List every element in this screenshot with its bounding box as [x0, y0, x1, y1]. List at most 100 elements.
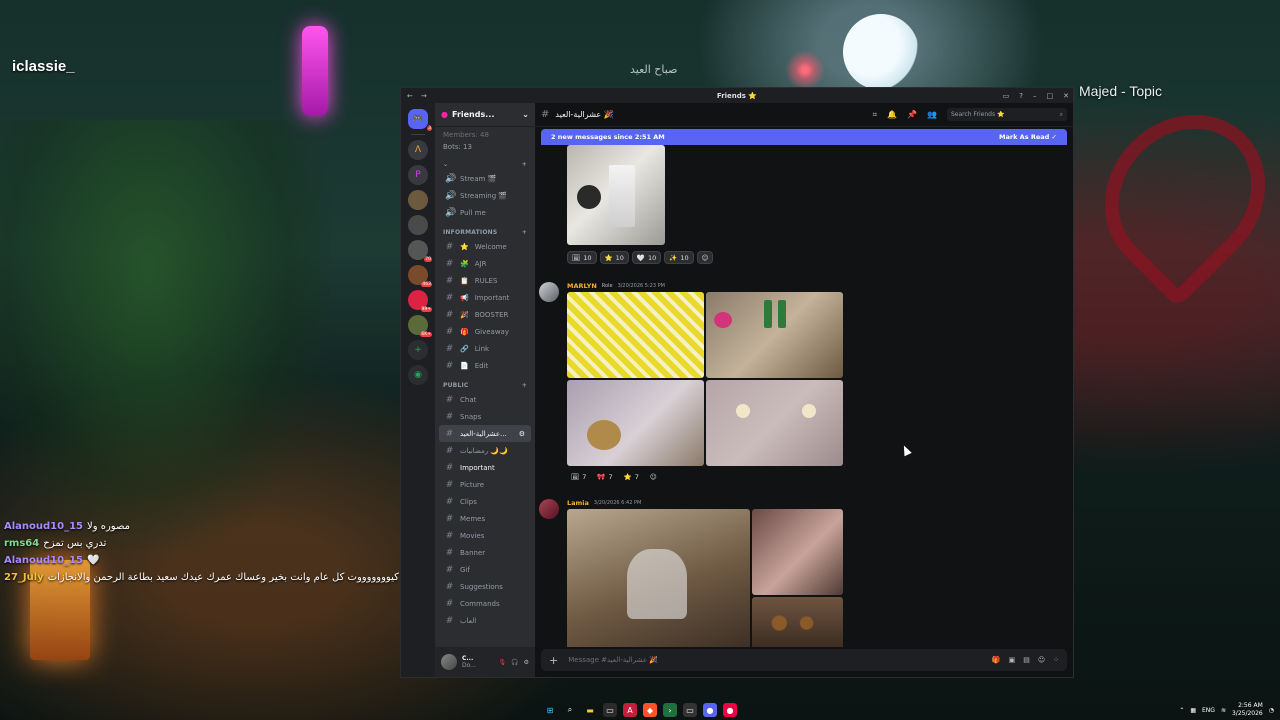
channel-booster[interactable]: # 🎉 BOOSTER — [439, 306, 531, 323]
server-icon[interactable] — [408, 190, 428, 210]
category-public[interactable]: PUBLIC + — [439, 374, 531, 391]
message-composer[interactable]: + Message #عشرالية-العيد 🎉 🎁 ▣ ▤ ☺ ⁘ — [541, 649, 1067, 671]
reaction-button[interactable]: 🖼 7 — [567, 470, 590, 483]
mic-muted-icon[interactable]: 🎙 — [499, 659, 507, 666]
channel-banner[interactable]: # Banner — [439, 544, 531, 561]
search-icon[interactable]: ⌕ — [563, 703, 577, 717]
channel-picture[interactable]: # Picture — [439, 476, 531, 493]
voice-channel-stream[interactable]: 🔊 Stream 🎬 — [439, 170, 531, 187]
new-messages-banner[interactable]: 2 new messages since 2:51 AM Mark As Rea… — [541, 129, 1067, 145]
channel-movies[interactable]: # Movies — [439, 527, 531, 544]
channel-ajr[interactable]: # 🧩 AJR — [439, 255, 531, 272]
settings-gear-icon[interactable]: ⚙ — [519, 430, 525, 438]
attachment-image[interactable] — [567, 509, 750, 647]
add-server-icon[interactable]: + — [408, 340, 428, 360]
attachment-image[interactable] — [567, 145, 665, 245]
discord-icon[interactable]: ● — [703, 703, 717, 717]
plus-icon[interactable]: + — [549, 654, 558, 667]
mark-as-read-button[interactable]: Mark As Read ✓ — [999, 133, 1057, 141]
attachment-image[interactable] — [706, 380, 843, 466]
start-icon[interactable]: ⊞ — [543, 703, 557, 717]
channel-link[interactable]: # 🔗 Link — [439, 340, 531, 357]
channel-edit[interactable]: # 📄 Edit — [439, 357, 531, 374]
reaction-button[interactable]: 🎀 7 — [593, 470, 616, 483]
app-icon[interactable]: ● — [723, 703, 737, 717]
file-explorer-icon[interactable]: ▬ — [583, 703, 597, 717]
network-icon[interactable]: ▦ — [1190, 707, 1196, 714]
attachment-image[interactable] — [567, 292, 704, 378]
server-icon[interactable]: P — [408, 165, 428, 185]
channel-welcome[interactable]: # ⭐ Welcome — [439, 238, 531, 255]
attachment-image[interactable] — [706, 292, 843, 378]
category-voice[interactable]: ⌄ + — [439, 153, 531, 170]
close-icon[interactable]: ✕ — [1063, 92, 1069, 100]
app-icon[interactable]: ▭ — [683, 703, 697, 717]
channel-memes[interactable]: # Memes — [439, 510, 531, 527]
avatar[interactable] — [539, 499, 559, 519]
help-icon[interactable]: ? — [1019, 92, 1023, 100]
avatar[interactable] — [441, 654, 457, 670]
settings-gear-icon[interactable]: ⚙ — [524, 659, 529, 666]
search-input[interactable]: Search Friends ⭐ ⌕ — [947, 108, 1067, 121]
voice-channel-streaming[interactable]: 🔊 Streaming 🎬 — [439, 187, 531, 204]
inbox-icon[interactable]: ▭ — [1003, 92, 1010, 100]
apps-icon[interactable]: ⁘ — [1053, 656, 1059, 664]
minimize-icon[interactable]: – — [1033, 92, 1037, 100]
adobe-icon[interactable]: A — [623, 703, 637, 717]
discord-home-icon[interactable]: 🎮 3 — [408, 109, 432, 131]
reaction-button[interactable]: 🖼 10 — [567, 251, 597, 264]
message-input[interactable]: Message #عشرالية-العيد 🎉 — [568, 656, 658, 664]
reaction-button[interactable]: ⭐ 10 — [599, 251, 629, 264]
channel-important[interactable]: # 📢 Important — [439, 289, 531, 306]
channel-important-public[interactable]: # Important — [439, 459, 531, 476]
attachment-image[interactable] — [567, 380, 704, 466]
notification-icon[interactable]: ◔ — [1269, 707, 1274, 714]
channel-commands[interactable]: # Commands — [439, 595, 531, 612]
attachment-image[interactable] — [752, 597, 843, 647]
app-icon[interactable]: ▭ — [603, 703, 617, 717]
server-icon[interactable] — [408, 215, 428, 235]
gif-icon[interactable]: ▣ — [1009, 656, 1016, 664]
reaction-button[interactable]: 🤍 10 — [631, 251, 662, 264]
gift-icon[interactable]: 🎁 — [992, 656, 1001, 664]
channel-gif[interactable]: # Gif — [439, 561, 531, 578]
server-icon[interactable]: 99+ — [408, 290, 432, 312]
wifi-icon[interactable]: ≋ — [1221, 707, 1226, 714]
channel-giveaway[interactable]: # 🎁 Giveaway — [439, 323, 531, 340]
channel-rules[interactable]: # 📋 RULES — [439, 272, 531, 289]
server-header[interactable]: ● Friends... ⌄ — [435, 103, 535, 127]
members-icon[interactable]: 👥 — [927, 110, 937, 119]
server-icon[interactable]: Λ — [408, 140, 428, 160]
message-author[interactable]: Lamia — [567, 499, 589, 507]
channel-eid-active[interactable]: # عشرالية-العيد... ⚙ — [439, 425, 531, 442]
add-reaction-icon[interactable]: ☺ — [696, 251, 714, 264]
server-folder-icon[interactable]: 70 — [408, 240, 432, 262]
channel-clips[interactable]: # Clips — [439, 493, 531, 510]
back-arrow-icon[interactable]: ← — [407, 92, 413, 100]
attachment-image[interactable] — [752, 509, 843, 595]
forward-arrow-icon[interactable]: → — [421, 92, 427, 100]
channel-suggestions[interactable]: # Suggestions — [439, 578, 531, 595]
clock[interactable]: 2:56 AM 3/25/2026 — [1232, 702, 1263, 718]
headphones-muted-icon[interactable]: 🎧 — [511, 659, 518, 666]
lang-indicator[interactable]: ENG — [1202, 707, 1215, 714]
channel-games[interactable]: # العاب — [439, 612, 531, 629]
maximize-icon[interactable]: □ — [1047, 92, 1054, 100]
emoji-icon[interactable]: ☺ — [1038, 656, 1045, 664]
category-informations[interactable]: INFORMATIONS + — [439, 221, 531, 238]
bell-icon[interactable]: 🔔 — [887, 110, 897, 119]
reaction-button[interactable]: ✨ 10 — [664, 251, 694, 264]
message-author[interactable]: MARLYN — [567, 282, 597, 290]
brave-icon[interactable]: ◆ — [643, 703, 657, 717]
pin-icon[interactable]: 📌 — [907, 110, 917, 119]
discover-icon[interactable]: ◉ — [408, 365, 428, 385]
add-reaction-icon[interactable]: ☺ — [646, 470, 661, 483]
reaction-button[interactable]: ⭐ 7 — [620, 470, 643, 483]
threads-icon[interactable]: ⌗ — [873, 110, 878, 120]
server-icon[interactable]: 6K+ — [408, 315, 432, 337]
server-icon[interactable]: 463 — [408, 265, 432, 287]
channel-chat[interactable]: # Chat — [439, 391, 531, 408]
chevron-up-icon[interactable]: ⌃ — [1179, 707, 1184, 714]
terminal-icon[interactable]: › — [663, 703, 677, 717]
channel-ramadan[interactable]: # رمضانيات 🌙🌙 — [439, 442, 531, 459]
